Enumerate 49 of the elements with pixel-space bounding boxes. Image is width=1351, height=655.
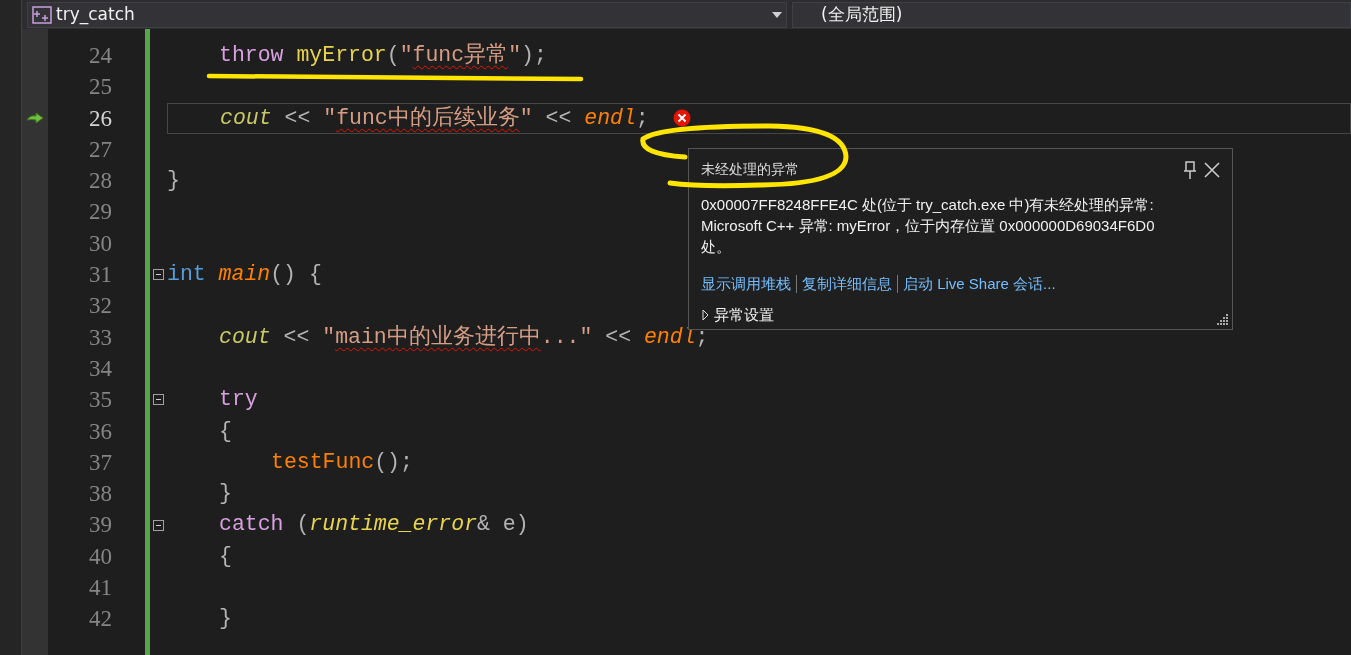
collapse-icon[interactable] (153, 394, 164, 406)
line-number: 32 (88, 292, 113, 321)
file-name: try_catch (56, 2, 135, 27)
file-dropdown[interactable]: try_catch (27, 1, 787, 28)
scope-dropdown[interactable]: (全局范围) (792, 1, 1351, 28)
line-number: 26 (88, 104, 113, 133)
resize-grip-icon[interactable] (1217, 314, 1229, 326)
line-number: 31 (88, 261, 113, 290)
code-line: try (219, 386, 258, 414)
class-icon (32, 5, 52, 24)
code-line: cout << "func中的后续业务" << endl; (220, 104, 649, 132)
collapse-icon[interactable] (153, 519, 164, 531)
code-line: { (219, 417, 232, 445)
pin-icon[interactable] (1184, 160, 1196, 179)
line-number: 40 (88, 542, 113, 571)
line-number: 27 (88, 135, 113, 164)
line-number: 30 (88, 229, 113, 258)
line-number: 28 (88, 167, 113, 196)
code-line: throw myError("func异常"); (219, 42, 547, 69)
line-number: 41 (88, 574, 113, 603)
line-number: 37 (88, 448, 113, 477)
popup-link[interactable]: 显示调用堆栈 (701, 273, 791, 296)
popup-link[interactable]: 复制详细信息 (802, 273, 892, 296)
code-line: { (219, 542, 232, 570)
exception-message: 0x00007FF8248FFE4C 处(位于 try_catch.exe 中)有未经处理的异常: Microsoft C++ 异常: myError，位于内存位置 0x000000D69034F6D0 处。 (701, 195, 1156, 257)
popup-title: 未经处理的异常 (701, 160, 799, 179)
line-number: 38 (88, 480, 113, 509)
line-number: 42 (88, 605, 113, 634)
line-number: 24 (88, 42, 113, 70)
line-number: 33 (88, 323, 113, 352)
code-line: testFunc(); (271, 448, 413, 476)
line-number: 36 (88, 417, 113, 446)
collapse-icon[interactable] (153, 269, 164, 281)
code-line: } (219, 605, 232, 633)
code-line: } (167, 167, 180, 195)
popup-link[interactable]: 启动 Live Share 会话... (903, 273, 1056, 296)
code-line: catch (runtime_error& e) (219, 511, 529, 539)
caret-icon (772, 11, 782, 18)
code-line: } (219, 480, 232, 508)
line-number: 35 (88, 386, 113, 415)
code-line: int main() { (167, 261, 322, 289)
line-number: 39 (88, 511, 113, 540)
code-line: cout << "main中的业务进行中..." << endl; (219, 323, 709, 351)
line-number: 25 (88, 73, 113, 102)
line-number: 29 (88, 198, 113, 227)
expand-arrow-icon[interactable] (701, 308, 710, 321)
exception-settings-label[interactable]: 异常设置 (714, 303, 774, 326)
line-number: 34 (88, 354, 113, 383)
close-icon[interactable] (1204, 161, 1220, 178)
